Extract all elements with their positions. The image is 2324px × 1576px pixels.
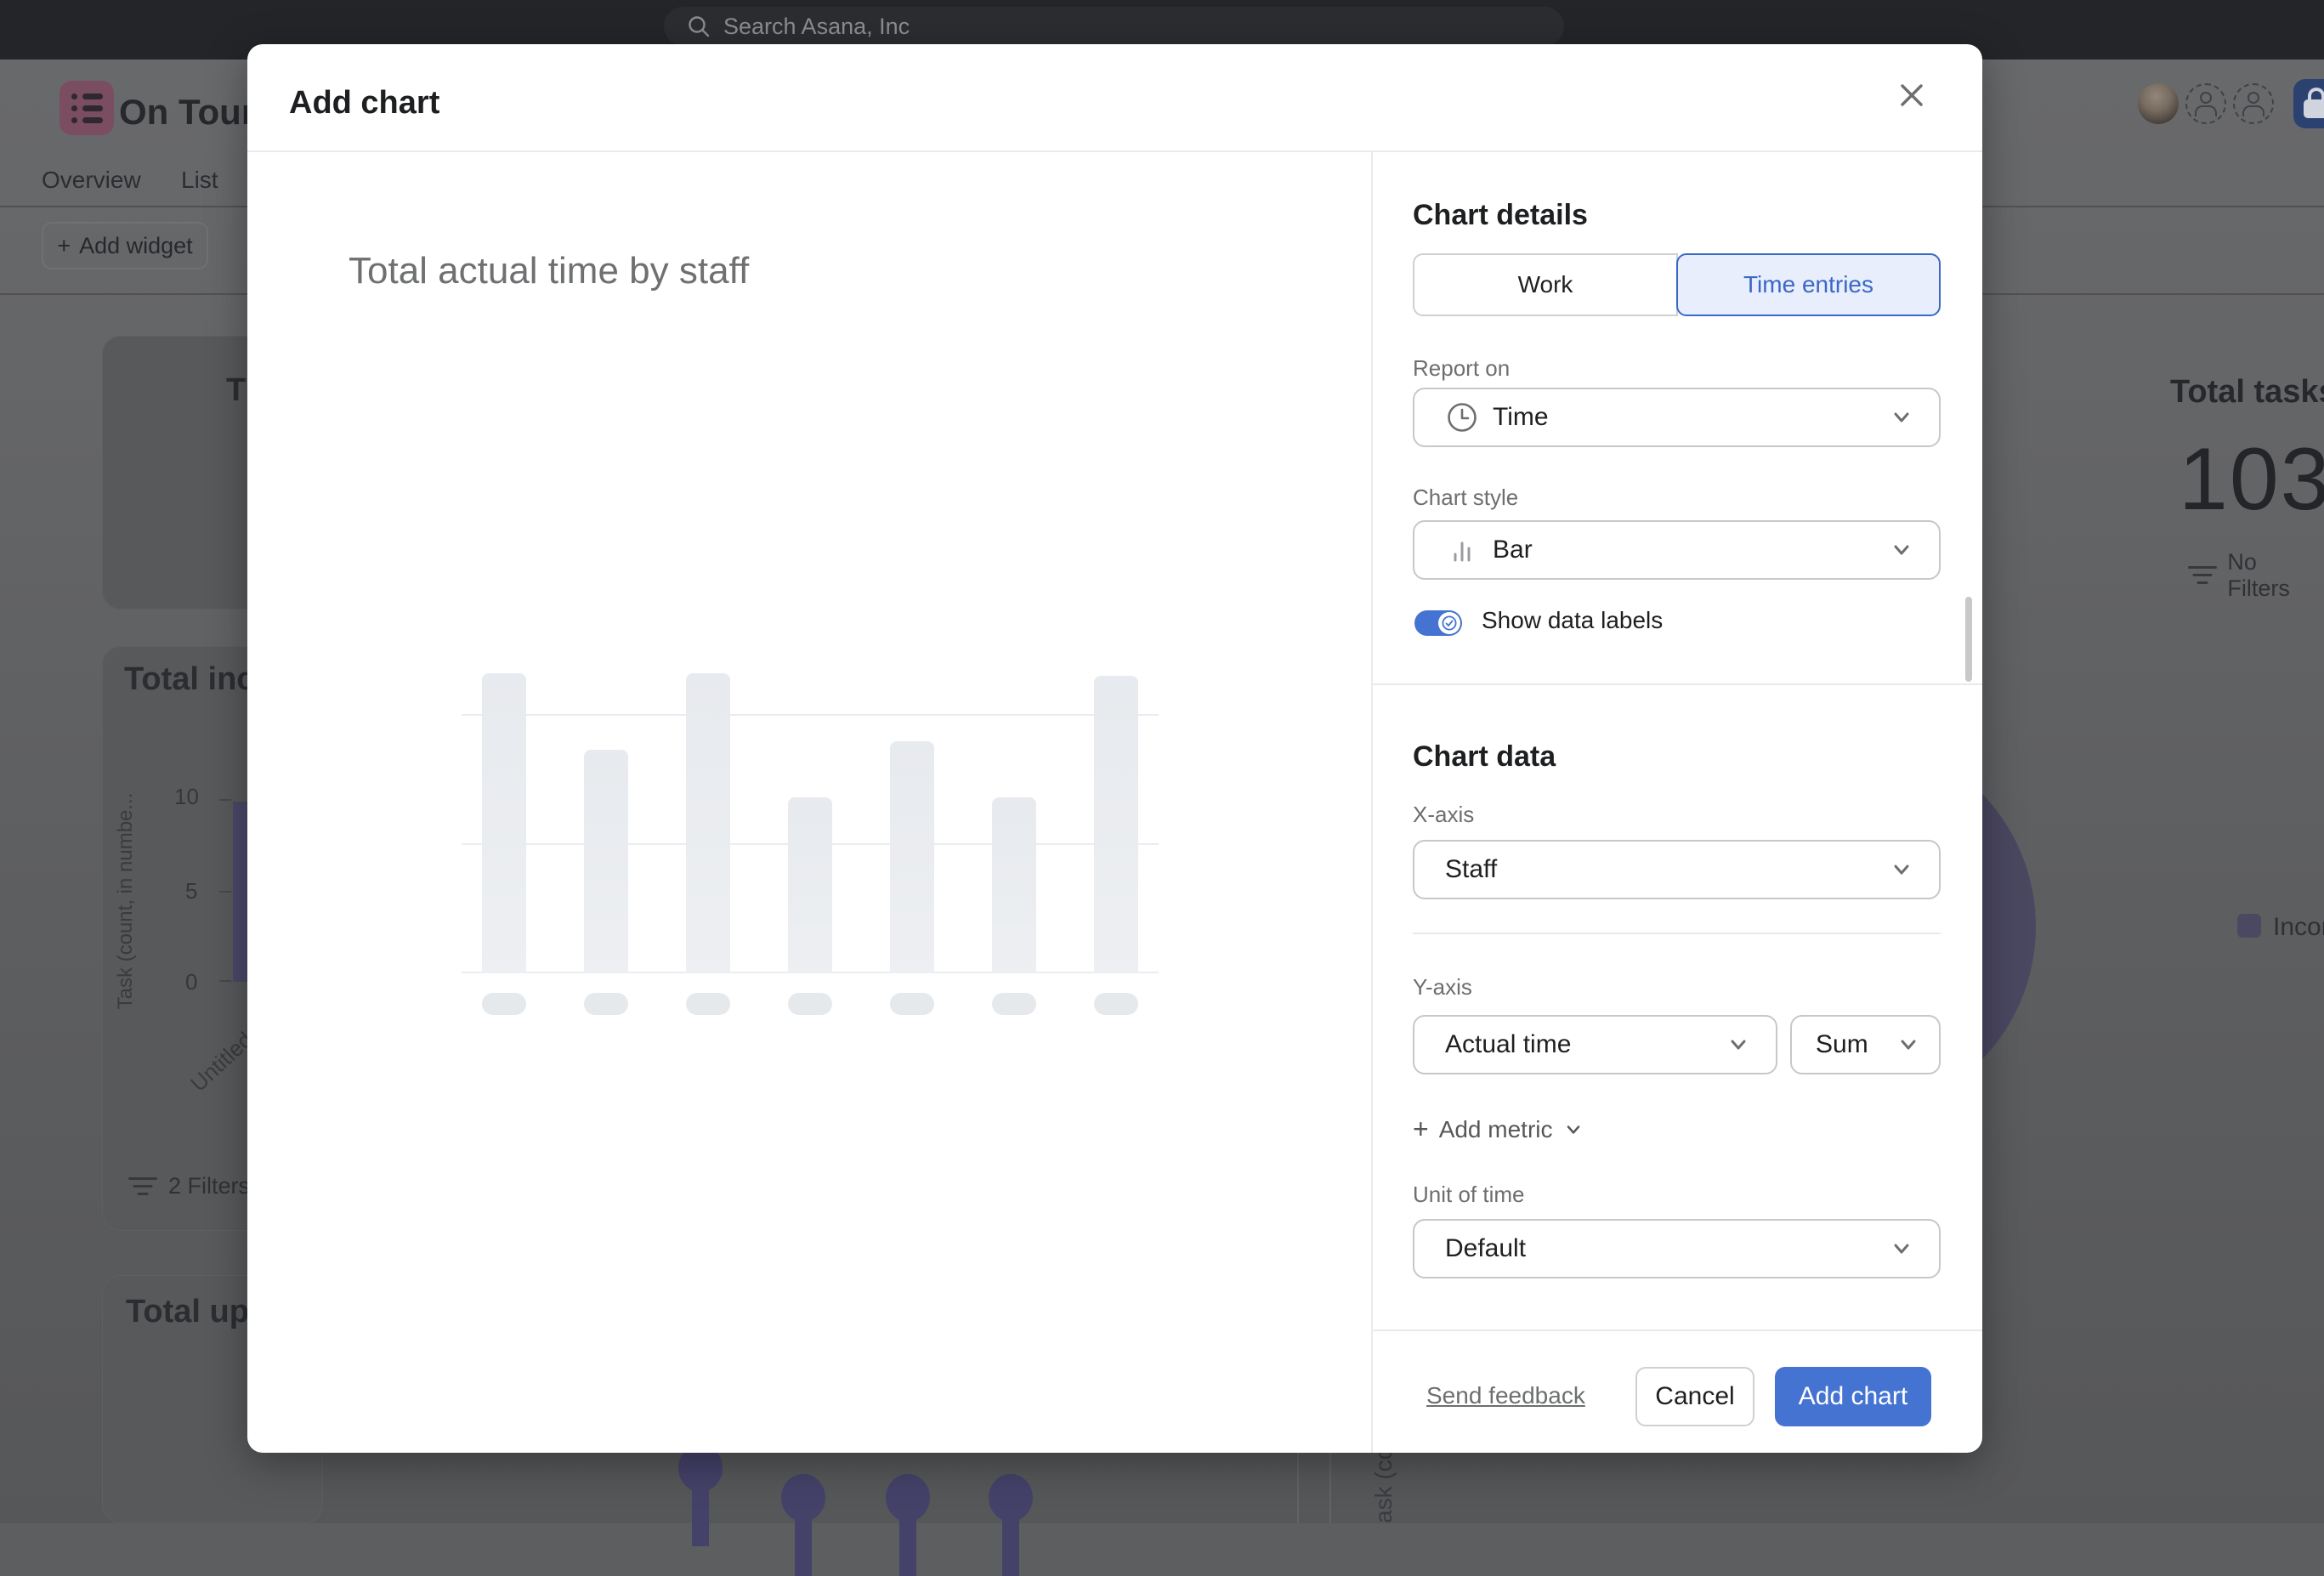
ghost-x-tick: [788, 993, 832, 1015]
ghost-bar: [482, 673, 526, 973]
ghost-x-tick: [992, 993, 1036, 1015]
segment-time-entries[interactable]: Time entries: [1676, 253, 1941, 316]
chevron-down-icon: [1726, 1033, 1750, 1057]
scatter-dot: [989, 1474, 1033, 1522]
chevron-down-icon: [1896, 1033, 1920, 1057]
invite-avatar-placeholder: [2233, 83, 2274, 124]
footer-divider: [1371, 1329, 1982, 1331]
clock-icon: [1445, 400, 1479, 434]
cancel-button[interactable]: Cancel: [1635, 1367, 1754, 1426]
ghost-bar: [788, 797, 832, 973]
section-divider: [1371, 683, 1982, 685]
ghost-bar: [992, 797, 1036, 973]
x-axis-dropdown[interactable]: Staff: [1413, 840, 1941, 899]
report-on-value: Time: [1493, 403, 1876, 432]
x-axis-label: X-axis: [1413, 802, 1474, 828]
total-tasks-title: Total tasks: [2170, 374, 2324, 411]
close-button[interactable]: [1888, 71, 1936, 119]
tab-overview: Overview: [42, 167, 141, 194]
unit-of-time-label: Unit of time: [1413, 1182, 1525, 1208]
chevron-down-icon: [1563, 1120, 1584, 1140]
chart-preview-title: Total actual time by staff: [349, 250, 749, 292]
ghost-bar: [584, 750, 628, 973]
income-ytick-5: 5: [185, 878, 197, 904]
report-on-dropdown[interactable]: Time: [1413, 388, 1941, 447]
chart-data-heading: Chart data: [1413, 740, 1556, 774]
person-icon: [2247, 92, 2259, 104]
ghost-x-tick: [686, 993, 730, 1015]
project-list-icon: [60, 81, 114, 135]
plus-icon: +: [1413, 1114, 1429, 1145]
scatter-dot: [781, 1474, 825, 1522]
source-segmented-control: Work Time entries: [1413, 253, 1941, 316]
chevron-down-icon: [1890, 1237, 1913, 1261]
search-placeholder: Search Asana, Inc: [723, 14, 910, 40]
modal-title: Add chart: [289, 85, 439, 122]
chevron-down-icon: [1890, 405, 1913, 429]
panel-scrollbar[interactable]: [1965, 597, 1972, 682]
widget-card-1-title: T: [226, 372, 246, 409]
ghost-x-tick: [890, 993, 934, 1015]
add-chart-modal: Add chart Total actual time by staff Cha…: [247, 44, 1982, 1453]
income-ytick-10: 10: [174, 784, 199, 810]
scatter-dot: [886, 1474, 930, 1522]
income-filters: 2 Filters: [128, 1173, 250, 1199]
show-data-labels-label: Show data labels: [1482, 607, 1663, 634]
person-icon: [2200, 92, 2212, 104]
income-ytick-0: 0: [185, 969, 197, 995]
report-on-label: Report on: [1413, 355, 1510, 382]
chart-style-dropdown[interactable]: Bar: [1413, 520, 1941, 580]
check-icon: [1442, 615, 1457, 631]
chart-details-heading: Chart details: [1413, 199, 1588, 232]
chevron-down-icon: [1890, 858, 1913, 882]
y-axis-label: Y-axis: [1413, 974, 1472, 1001]
segment-work[interactable]: Work: [1413, 253, 1678, 316]
pie-legend-label: Incon: [2273, 913, 2324, 942]
tab-list: List: [181, 167, 218, 194]
ghost-bar: [1094, 676, 1138, 973]
ghost-bar: [686, 673, 730, 973]
ghost-x-tick: [1094, 993, 1138, 1015]
plus-icon: +: [57, 233, 71, 259]
add-chart-button[interactable]: Add chart: [1775, 1367, 1931, 1426]
add-metric-button[interactable]: + Add metric: [1413, 1114, 1584, 1145]
income-y-axis-label: Task (count, in numbe...: [109, 731, 143, 1071]
close-icon: [1896, 79, 1928, 111]
axis-divider: [1413, 933, 1941, 934]
unit-of-time-dropdown[interactable]: Default: [1413, 1219, 1941, 1278]
ghost-x-tick: [482, 993, 526, 1015]
ghost-x-tick: [584, 993, 628, 1015]
invite-avatar-placeholder: [2185, 83, 2226, 124]
total-tasks-value: 103: [2179, 429, 2324, 530]
send-feedback-link[interactable]: Send feedback: [1426, 1382, 1585, 1409]
pie-legend-swatch: [2237, 914, 2261, 938]
total-tasks-filters: No Filters: [2187, 549, 2324, 602]
y-axis-aggregate-dropdown[interactable]: Sum: [1790, 1015, 1941, 1074]
chart-preview-placeholder: [470, 670, 1150, 973]
add-widget-button: + Add widget: [42, 222, 208, 269]
global-search-input[interactable]: Search Asana, Inc: [664, 7, 1564, 46]
panel-divider: [1371, 151, 1373, 1453]
modal-header-divider: [247, 150, 1982, 152]
y-axis-metric-dropdown[interactable]: Actual time: [1413, 1015, 1777, 1074]
toggle-knob: [1438, 612, 1460, 634]
share-lock-button: [2293, 79, 2324, 128]
user-avatar: [2138, 83, 2179, 124]
bar-chart-icon: [1445, 533, 1479, 567]
filter-icon: [2187, 566, 2217, 585]
show-data-labels-toggle[interactable]: [1414, 610, 1462, 636]
ghost-bar: [890, 741, 934, 973]
chart-style-label: Chart style: [1413, 485, 1518, 511]
search-icon: [686, 14, 711, 39]
filter-icon: [128, 1177, 158, 1196]
chart-style-value: Bar: [1493, 536, 1876, 564]
page-title: On Tour:: [119, 92, 267, 133]
chevron-down-icon: [1890, 538, 1913, 562]
